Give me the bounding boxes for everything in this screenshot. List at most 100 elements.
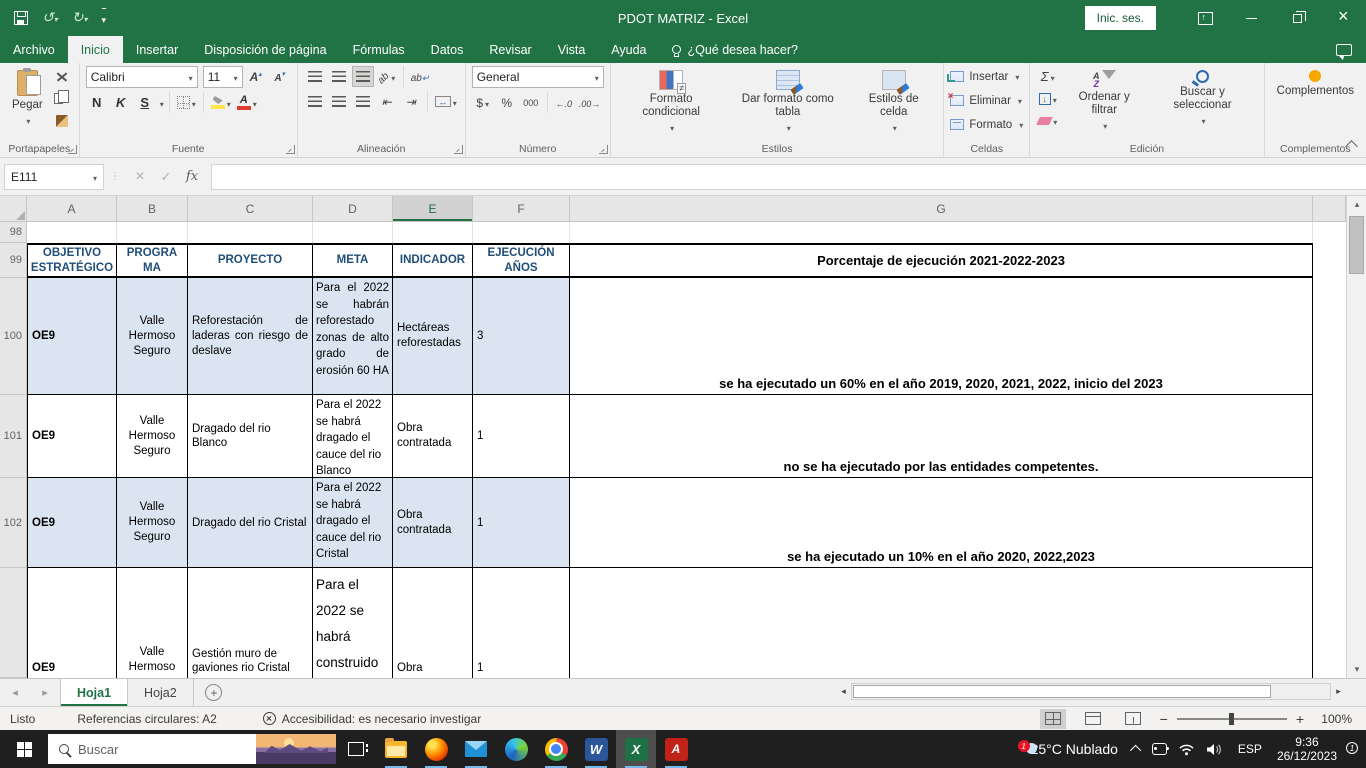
cell-G99[interactable]: Porcentaje de ejecución 2021-2022-2023 — [570, 243, 1313, 278]
zoom-in-button[interactable] — [1296, 711, 1304, 727]
circular-references-status[interactable]: Referencias circulares: A2 — [77, 712, 216, 726]
cut-button[interactable] — [51, 66, 73, 87]
zoom-slider-track[interactable] — [1177, 718, 1287, 720]
cell-styles-button[interactable]: Estilos de celda — [850, 66, 937, 141]
chevron-down-icon[interactable] — [158, 94, 164, 112]
col-header-A[interactable]: A — [27, 196, 117, 222]
normal-view-button[interactable] — [1040, 709, 1066, 729]
sheet-tab-hoja2[interactable]: Hoja2 — [128, 679, 194, 706]
comma-style-button[interactable]: 000 — [520, 92, 542, 113]
volume-icon[interactable] — [1206, 743, 1223, 756]
font-name-combobox[interactable]: Calibri — [86, 66, 198, 88]
close-button[interactable] — [1320, 0, 1366, 36]
horizontal-scrollbar[interactable] — [836, 682, 1346, 701]
tab-inicio[interactable]: Inicio — [68, 36, 123, 63]
save-icon[interactable] — [14, 11, 28, 25]
merge-center-button[interactable] — [433, 91, 459, 112]
cell-E103[interactable]: Obra — [393, 568, 473, 678]
tab-insertar[interactable]: Insertar — [123, 36, 191, 63]
taskbar-file-explorer[interactable] — [376, 730, 416, 768]
dialog-launcher-icon[interactable] — [454, 145, 463, 154]
taskbar-search-box[interactable]: Buscar — [48, 734, 336, 764]
horizontal-scrollbar-track[interactable] — [851, 683, 1331, 700]
increase-indent-button[interactable] — [400, 91, 422, 112]
borders-button[interactable] — [175, 92, 198, 113]
cell-B100[interactable]: Valle Hermoso Seguro — [117, 278, 188, 395]
clock[interactable]: 9:36 26/12/2023 — [1277, 735, 1337, 763]
tab-formulas[interactable]: Fórmulas — [340, 36, 418, 63]
row-header-98[interactable]: 98 — [0, 222, 27, 243]
sheet-nav-right-icon[interactable] — [30, 679, 60, 706]
row-header-100[interactable]: 100 — [0, 278, 27, 395]
cell-B99[interactable]: PROGRAMA — [117, 243, 188, 278]
orientation-button[interactable] — [376, 66, 398, 87]
number-format-combobox[interactable]: General — [472, 66, 604, 88]
cell-G101[interactable]: no se ha ejecutado por las entidades com… — [570, 395, 1313, 478]
row-header-99[interactable]: 99 — [0, 243, 27, 278]
tab-vista[interactable]: Vista — [545, 36, 599, 63]
cell-F99[interactable]: EJECUCIÓN AÑOS — [473, 243, 570, 278]
cell-F100[interactable]: 3 — [473, 278, 570, 395]
font-size-combobox[interactable]: 11 — [203, 66, 243, 88]
format-as-table-button[interactable]: Dar formato como tabla — [726, 66, 850, 141]
scroll-down-arrow-icon[interactable] — [1347, 661, 1366, 678]
format-painter-button[interactable] — [51, 110, 73, 131]
wifi-icon[interactable] — [1178, 743, 1195, 756]
cell-B101[interactable]: Valle Hermoso Seguro — [117, 395, 188, 478]
tray-app-icon[interactable] — [1152, 743, 1167, 755]
tell-me-box[interactable]: ¿Qué desea hacer? — [660, 36, 811, 63]
format-cells-button[interactable]: Formato — [950, 114, 1023, 135]
zoom-slider-thumb[interactable] — [1229, 713, 1234, 725]
cell-A103[interactable]: OE9 — [27, 568, 117, 678]
dialog-launcher-icon[interactable] — [286, 145, 295, 154]
col-header-G[interactable]: G — [570, 196, 1313, 222]
sort-filter-button[interactable]: Ordenar y filtrar — [1061, 66, 1147, 141]
taskbar-mail[interactable] — [456, 730, 496, 768]
cell-F98[interactable] — [473, 222, 570, 243]
decrease-indent-button[interactable] — [376, 91, 398, 112]
sheet-nav-left-icon[interactable] — [0, 679, 30, 706]
formula-bar-handle[interactable] — [110, 171, 121, 182]
vertical-scrollbar-thumb[interactable] — [1349, 216, 1364, 274]
paste-button[interactable]: Pegar — [6, 66, 49, 141]
tab-ayuda[interactable]: Ayuda — [598, 36, 659, 63]
customize-qat-button[interactable] — [102, 8, 107, 28]
restore-button[interactable] — [1274, 0, 1320, 36]
cell-E98[interactable] — [393, 222, 473, 243]
cell-E99[interactable]: INDICADOR — [393, 243, 473, 278]
cell-D102[interactable]: Para el 2022 se habrá dragado el cauce d… — [313, 478, 393, 568]
cell-B98[interactable] — [117, 222, 188, 243]
select-all-corner[interactable] — [0, 196, 27, 222]
col-header-E-selected[interactable]: E — [393, 196, 473, 222]
delete-cells-button[interactable]: Eliminar — [950, 90, 1023, 111]
insert-cells-button[interactable]: Insertar — [950, 66, 1023, 87]
wrap-text-button[interactable] — [409, 66, 432, 87]
taskbar-firefox[interactable] — [416, 730, 456, 768]
cell-D99[interactable]: META — [313, 243, 393, 278]
fill-button[interactable] — [1036, 88, 1059, 109]
vertical-scrollbar[interactable] — [1346, 196, 1366, 678]
row-header-101[interactable]: 101 — [0, 395, 27, 478]
cell-D98[interactable] — [313, 222, 393, 243]
accessibility-status[interactable]: Accesibilidad: es necesario investigar — [263, 712, 481, 726]
taskbar-chrome[interactable] — [536, 730, 576, 768]
scroll-up-arrow-icon[interactable] — [1347, 196, 1366, 213]
addins-button[interactable]: Complementos — [1271, 66, 1360, 141]
start-button[interactable] — [0, 730, 48, 768]
zoom-out-button[interactable] — [1160, 711, 1168, 727]
sign-in-button[interactable]: Inic. ses. — [1085, 6, 1156, 30]
show-hidden-icons-chevron[interactable] — [1130, 745, 1141, 756]
tab-archivo[interactable]: Archivo — [0, 36, 68, 63]
minimize-button[interactable] — [1228, 0, 1274, 36]
find-select-button[interactable]: Buscar y seleccionar — [1147, 66, 1257, 141]
row-header-103[interactable] — [0, 568, 27, 678]
decrease-font-button[interactable] — [269, 67, 291, 88]
increase-decimal-button[interactable] — [553, 92, 575, 113]
align-top-button[interactable] — [304, 66, 326, 87]
enter-button[interactable] — [153, 164, 179, 190]
conditional-formatting-button[interactable]: Formato condicional — [617, 66, 726, 141]
cell-A100[interactable]: OE9 — [27, 278, 117, 395]
page-break-view-button[interactable] — [1120, 709, 1146, 729]
cell-A98[interactable] — [27, 222, 117, 243]
taskbar-edge[interactable] — [496, 730, 536, 768]
